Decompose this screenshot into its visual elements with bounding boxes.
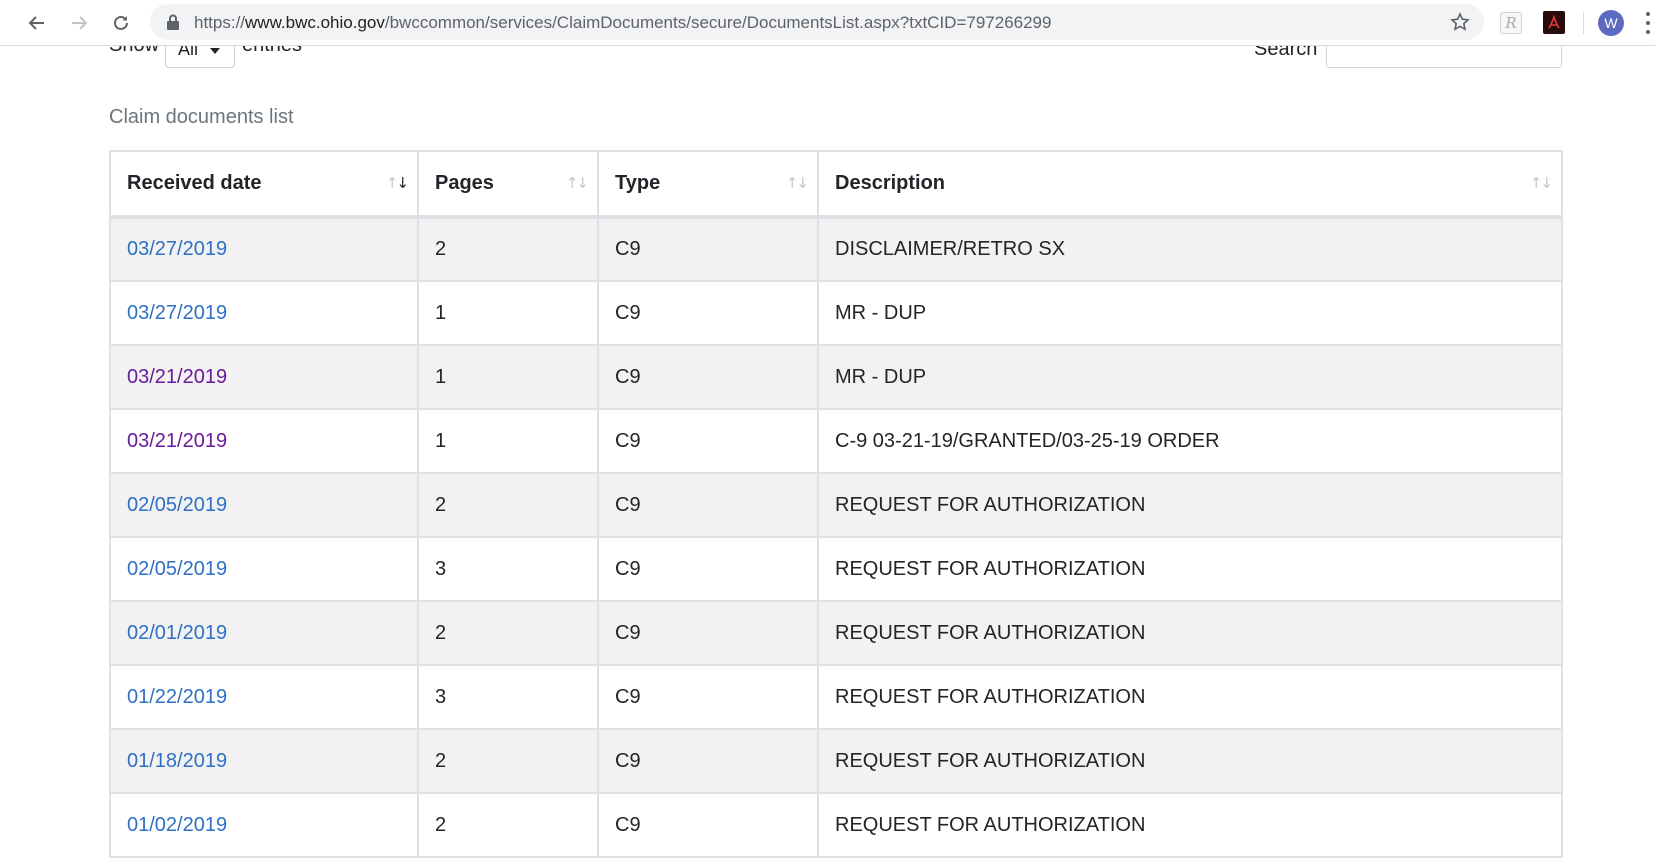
address-bar[interactable]: https://www.bwc.ohio.gov/bwccommon/servi… bbox=[150, 4, 1484, 40]
received-date-cell: 03/27/2019 bbox=[109, 280, 419, 346]
table-row: 01/02/2019 2 C9 REQUEST FOR AUTHORIZATION bbox=[109, 792, 1563, 858]
pages-cell: 2 bbox=[417, 472, 599, 538]
table-row: 03/27/2019 2 C9 DISCLAIMER/RETRO SX bbox=[109, 216, 1563, 282]
column-header-label: Pages bbox=[435, 172, 494, 194]
received-date-cell: 02/05/2019 bbox=[109, 472, 419, 538]
received-date-cell: 01/22/2019 bbox=[109, 664, 419, 730]
description-cell: MR - DUP bbox=[817, 344, 1563, 410]
document-link[interactable]: 02/05/2019 bbox=[127, 558, 227, 580]
type-cell: C9 bbox=[597, 216, 819, 282]
sort-arrows-icon: ↑↓ bbox=[385, 174, 409, 192]
sort-arrows-icon: ↑↓ bbox=[565, 174, 589, 192]
received-date-cell: 03/27/2019 bbox=[109, 216, 419, 282]
document-link[interactable]: 01/18/2019 bbox=[127, 750, 227, 772]
table-row: 02/01/2019 2 C9 REQUEST FOR AUTHORIZATION bbox=[109, 600, 1563, 666]
table-row: 01/18/2019 2 C9 REQUEST FOR AUTHORIZATION bbox=[109, 728, 1563, 794]
description-cell: REQUEST FOR AUTHORIZATION bbox=[817, 472, 1563, 538]
table-body: 03/27/2019 2 C9 DISCLAIMER/RETRO SX 03/27/20… bbox=[109, 216, 1563, 858]
arrow-left-icon bbox=[28, 16, 44, 30]
description-cell: MR - DUP bbox=[817, 280, 1563, 346]
column-header-2[interactable]: Type ↑↓ bbox=[597, 150, 819, 219]
table-row: 02/05/2019 2 C9 REQUEST FOR AUTHORIZATION bbox=[109, 472, 1563, 538]
column-header-3[interactable]: Description ↑↓ bbox=[817, 150, 1563, 219]
document-link[interactable]: 03/27/2019 bbox=[127, 302, 227, 324]
document-link[interactable]: 03/27/2019 bbox=[127, 238, 227, 260]
arrow-right-icon bbox=[72, 16, 88, 30]
reload-button[interactable] bbox=[106, 8, 136, 38]
document-link[interactable]: 01/22/2019 bbox=[127, 686, 227, 708]
table-row: 03/21/2019 1 C9 C-9 03-21-19/GRANTED/03-25-… bbox=[109, 408, 1563, 474]
pages-cell: 3 bbox=[417, 664, 599, 730]
description-cell: REQUEST FOR AUTHORIZATION bbox=[817, 728, 1563, 794]
table-header-row: Received date ↑↓ Pages ↑↓ Type ↑↓ Description ↑… bbox=[109, 150, 1563, 219]
pages-cell: 2 bbox=[417, 728, 599, 794]
reload-icon bbox=[114, 15, 128, 30]
description-cell: REQUEST FOR AUTHORIZATION bbox=[817, 600, 1563, 666]
page: Show All entries Search Claim documents … bbox=[0, 0, 1655, 858]
type-cell: C9 bbox=[597, 664, 819, 730]
type-cell: C9 bbox=[597, 792, 819, 858]
received-date-cell: 01/02/2019 bbox=[109, 792, 419, 858]
table-row: 03/27/2019 1 C9 MR - DUP bbox=[109, 280, 1563, 346]
type-cell: C9 bbox=[597, 728, 819, 794]
received-date-cell: 01/18/2019 bbox=[109, 728, 419, 794]
column-header-1[interactable]: Pages ↑↓ bbox=[417, 150, 599, 219]
claim-documents-table: Received date ↑↓ Pages ↑↓ Type ↑↓ Description ↑… bbox=[109, 150, 1563, 858]
type-cell: C9 bbox=[597, 536, 819, 602]
url-path: /bwccommon/services/ClaimDocuments/secur… bbox=[384, 13, 1052, 32]
url-text: https://www.bwc.ohio.gov/bwccommon/servi… bbox=[194, 13, 1051, 33]
star-icon bbox=[1450, 12, 1470, 31]
received-date-cell: 02/01/2019 bbox=[109, 600, 419, 666]
column-header-label: Received date bbox=[127, 172, 262, 194]
pages-cell: 1 bbox=[417, 280, 599, 346]
description-cell: C-9 03-21-19/GRANTED/03-25-19 ORDER bbox=[817, 408, 1563, 474]
description-cell: REQUEST FOR AUTHORIZATION bbox=[817, 664, 1563, 730]
pages-cell: 2 bbox=[417, 216, 599, 282]
column-header-label: Type bbox=[615, 172, 661, 194]
type-cell: C9 bbox=[597, 472, 819, 538]
type-cell: C9 bbox=[597, 280, 819, 346]
browser-menu-icon[interactable] bbox=[1645, 12, 1651, 34]
bookmark-star-button[interactable] bbox=[1448, 10, 1472, 34]
received-date-cell: 02/05/2019 bbox=[109, 536, 419, 602]
type-cell: C9 bbox=[597, 408, 819, 474]
url-host: www.bwc.ohio.gov bbox=[245, 13, 385, 32]
description-cell: DISCLAIMER/RETRO SX bbox=[817, 216, 1563, 282]
browser-toolbar: https://www.bwc.ohio.gov/bwccommon/servi… bbox=[0, 0, 1655, 46]
lock-icon bbox=[167, 14, 179, 30]
pdf-extension-icon[interactable] bbox=[1543, 11, 1565, 34]
document-link[interactable]: 03/21/2019 bbox=[127, 366, 227, 388]
reddit-enhancement-extension-icon[interactable]: R bbox=[1500, 12, 1522, 34]
column-header-label: Description bbox=[835, 172, 946, 194]
pages-cell: 2 bbox=[417, 792, 599, 858]
back-button[interactable] bbox=[22, 8, 52, 38]
document-link[interactable]: 02/01/2019 bbox=[127, 622, 227, 644]
column-header-0[interactable]: Received date ↑↓ bbox=[109, 150, 419, 219]
received-date-cell: 03/21/2019 bbox=[109, 344, 419, 410]
pages-cell: 1 bbox=[417, 344, 599, 410]
pages-cell: 2 bbox=[417, 600, 599, 666]
document-link[interactable]: 01/02/2019 bbox=[127, 814, 227, 836]
url-scheme: https:// bbox=[194, 13, 246, 32]
pages-cell: 3 bbox=[417, 536, 599, 602]
toolbar-divider bbox=[1583, 12, 1584, 34]
chevron-down-icon bbox=[210, 48, 220, 54]
type-cell: C9 bbox=[597, 344, 819, 410]
document-link[interactable]: 02/05/2019 bbox=[127, 494, 227, 516]
document-link[interactable]: 03/21/2019 bbox=[127, 430, 227, 452]
table-row: 02/05/2019 3 C9 REQUEST FOR AUTHORIZATION bbox=[109, 536, 1563, 602]
sort-arrows-icon: ↑↓ bbox=[785, 174, 809, 192]
table-caption: Claim documents list bbox=[109, 106, 294, 128]
description-cell: REQUEST FOR AUTHORIZATION bbox=[817, 792, 1563, 858]
forward-button[interactable] bbox=[64, 8, 94, 38]
pages-cell: 1 bbox=[417, 408, 599, 474]
received-date-cell: 03/21/2019 bbox=[109, 408, 419, 474]
table-row: 01/22/2019 3 C9 REQUEST FOR AUTHORIZATION bbox=[109, 664, 1563, 730]
sort-arrows-icon: ↑↓ bbox=[1529, 174, 1553, 192]
description-cell: REQUEST FOR AUTHORIZATION bbox=[817, 536, 1563, 602]
profile-avatar[interactable]: W bbox=[1598, 10, 1624, 36]
type-cell: C9 bbox=[597, 600, 819, 666]
table-row: 03/21/2019 1 C9 MR - DUP bbox=[109, 344, 1563, 410]
